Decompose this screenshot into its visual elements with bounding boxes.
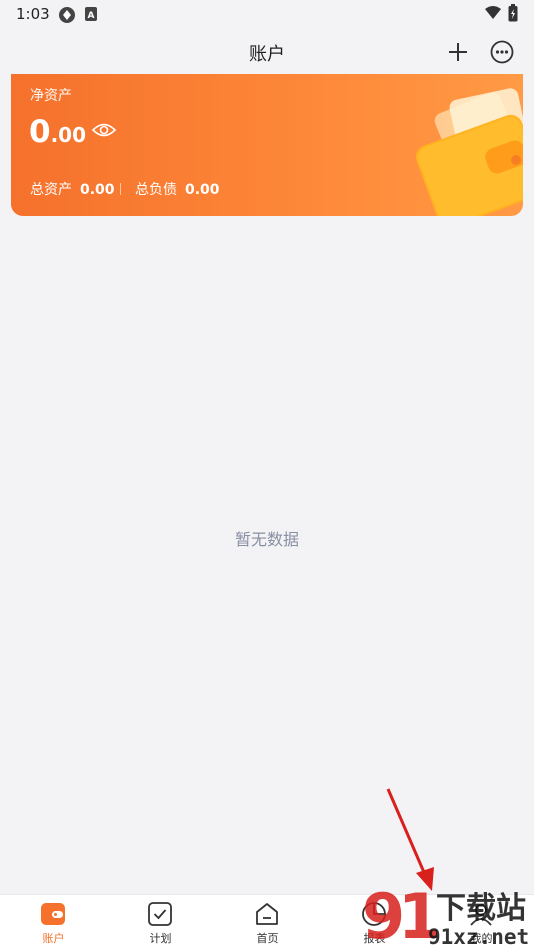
total-liabilities-label: 总负债 — [135, 182, 177, 198]
net-assets-amount: 0.00 — [29, 114, 86, 150]
app-notification-icon — [59, 7, 75, 23]
total-assets: 总资产 0.00 — [30, 179, 115, 199]
nav-item-plan[interactable]: 计划 — [107, 895, 214, 950]
eye-icon — [91, 123, 117, 137]
total-assets-label: 总资产 — [30, 182, 72, 198]
nav-label-home: 首页 — [256, 932, 279, 945]
card-divider — [120, 183, 121, 195]
annotation-arrow-icon — [386, 788, 434, 891]
total-assets-value: 0.00 — [80, 182, 115, 198]
net-assets-label: 净资产 — [30, 88, 72, 104]
nav-label-account: 账户 — [42, 932, 65, 945]
keyboard-notification-icon: A — [85, 7, 97, 21]
total-liabilities-value: 0.00 — [185, 182, 220, 198]
more-options-button[interactable] — [488, 38, 516, 66]
nav-label-plan: 计划 — [149, 932, 172, 945]
wifi-icon — [485, 6, 501, 19]
net-assets-card: 净资产 0.00 总资产 0.00 总负债 0.00 — [11, 74, 523, 216]
more-icon — [490, 40, 514, 64]
checkbox-icon — [148, 902, 172, 926]
wallet-icon — [41, 903, 65, 925]
net-assets-amount-integer: 0 — [29, 114, 51, 150]
battery-icon — [508, 4, 518, 22]
status-bar: 1:03 A — [0, 0, 534, 28]
toggle-visibility-button[interactable] — [91, 121, 117, 139]
watermark-logo-icon: 9 1 下载站 91xz.net — [362, 880, 529, 948]
wallet-illustration-icon — [416, 88, 523, 216]
nav-item-home[interactable]: 首页 — [214, 895, 321, 950]
add-account-button[interactable] — [444, 38, 472, 66]
plus-icon — [449, 43, 467, 61]
watermark-text-bottom: 91xz.net — [428, 925, 529, 948]
nav-item-account[interactable]: 账户 — [0, 895, 107, 950]
total-liabilities: 总负债 0.00 — [135, 179, 220, 199]
status-time: 1:03 — [16, 5, 50, 23]
net-assets-amount-decimal: .00 — [50, 123, 87, 147]
watermark-text-top: 下载站 — [436, 891, 526, 926]
svg-text:A: A — [88, 11, 95, 21]
home-icon — [256, 903, 278, 925]
app-header: 账户 — [0, 28, 534, 74]
empty-state-text: 暂无数据 — [234, 530, 299, 549]
